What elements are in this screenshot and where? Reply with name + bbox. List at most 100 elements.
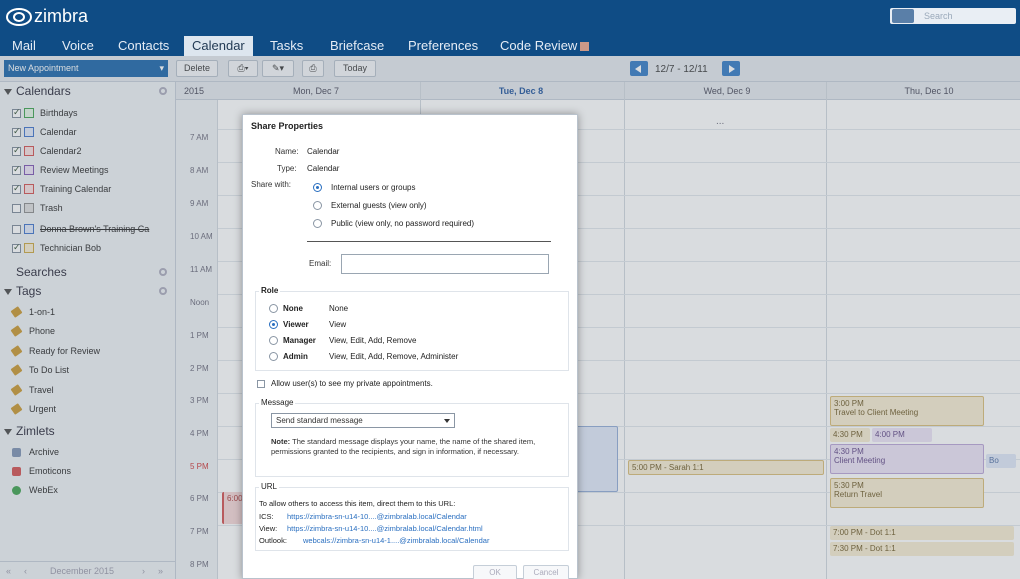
calendar-item-trash[interactable]: Trash bbox=[12, 201, 63, 215]
calendar-item-technician-bob[interactable]: Technician Bob bbox=[12, 241, 101, 255]
calendar-event[interactable] bbox=[572, 426, 618, 492]
outlook-url-link[interactable]: webcals://zimbra-sn-u14-1....@zimbralab.… bbox=[303, 536, 489, 545]
tag-label: Phone bbox=[29, 326, 56, 336]
day-header-thu[interactable]: Thu, Dec 10 bbox=[886, 86, 972, 96]
more-indicator[interactable]: ... bbox=[716, 116, 724, 127]
prev-year-icon[interactable]: « bbox=[6, 562, 11, 579]
gear-icon[interactable] bbox=[159, 287, 167, 295]
chevron-down-icon[interactable]: ▾ bbox=[159, 60, 164, 77]
private-appointments-checkbox[interactable] bbox=[257, 380, 265, 388]
view-url-link[interactable]: https://zimbra-sn-u14-10....@zimbralab.l… bbox=[287, 524, 483, 533]
radio-external[interactable] bbox=[313, 201, 322, 210]
zimlet-item-webex[interactable]: WebEx bbox=[12, 483, 58, 497]
ok-button[interactable]: OK bbox=[473, 565, 517, 579]
calendar-item-calendar2[interactable]: Calendar2 bbox=[12, 144, 82, 158]
calendar-event[interactable]: 3:00 PM Travel to Client Meeting bbox=[830, 396, 984, 426]
calendar-item-calendar[interactable]: Calendar bbox=[12, 125, 77, 139]
zimlet-item-archive[interactable]: Archive bbox=[12, 445, 59, 459]
previous-week-icon[interactable] bbox=[630, 61, 648, 76]
tag-button[interactable]: ✎▾ bbox=[262, 60, 294, 77]
calendar-event[interactable]: 5:30 PM Return Travel bbox=[830, 478, 984, 508]
note-text: The standard message displays your name,… bbox=[271, 437, 536, 456]
search-scope-icon[interactable] bbox=[892, 9, 914, 23]
tab-voice[interactable]: Voice bbox=[54, 36, 102, 56]
day-header-tue[interactable]: Tue, Dec 8 bbox=[478, 86, 564, 96]
collapse-icon[interactable] bbox=[4, 289, 12, 295]
checkbox[interactable] bbox=[12, 164, 21, 175]
tag-item[interactable]: Ready for Review bbox=[10, 344, 100, 358]
message-select[interactable]: Send standard message bbox=[271, 413, 455, 428]
radio-internal[interactable] bbox=[313, 183, 322, 192]
searches-header[interactable]: Searches bbox=[16, 265, 67, 279]
collapse-icon[interactable] bbox=[4, 429, 12, 435]
search-box[interactable]: Search bbox=[890, 8, 1016, 24]
calendar-item-donna-brown[interactable]: Donna Brown's Training Ca bbox=[12, 222, 149, 236]
tab-code-review[interactable]: Code Review bbox=[492, 36, 597, 56]
role-viewer-name: Viewer bbox=[283, 320, 309, 329]
checkbox[interactable] bbox=[12, 126, 21, 137]
checkbox[interactable] bbox=[12, 145, 21, 156]
tab-preferences[interactable]: Preferences bbox=[400, 36, 486, 56]
day-header-mon[interactable]: Mon, Dec 7 bbox=[276, 86, 356, 96]
close-tab-icon[interactable] bbox=[580, 42, 590, 52]
role-label: Role bbox=[259, 286, 281, 295]
calendar-event[interactable]: 4:30 PM Client Meeting bbox=[830, 444, 984, 474]
calendar-event[interactable]: 7:30 PM - Dot 1:1 bbox=[830, 542, 1014, 556]
checkbox[interactable] bbox=[12, 203, 21, 213]
cancel-button[interactable]: Cancel bbox=[523, 565, 569, 579]
next-week-icon[interactable] bbox=[722, 61, 740, 76]
new-appointment-button[interactable]: New Appointment ▾ bbox=[4, 60, 168, 77]
gear-icon[interactable] bbox=[159, 87, 167, 95]
print-button[interactable]: ⎙ bbox=[302, 60, 324, 77]
calendar-event[interactable]: 7:00 PM - Dot 1:1 bbox=[830, 526, 1014, 540]
tab-briefcase[interactable]: Briefcase bbox=[322, 36, 392, 56]
today-button[interactable]: Today bbox=[334, 60, 376, 77]
calendar-event[interactable]: 4:30 PM bbox=[830, 428, 870, 442]
tab-mail[interactable]: Mail bbox=[4, 36, 44, 56]
zimlets-header[interactable]: Zimlets bbox=[4, 424, 55, 438]
calendar-item-label: Calendar bbox=[40, 127, 77, 137]
calendar-event[interactable]: 5:00 PM - Sarah 1:1 bbox=[628, 460, 824, 475]
delete-button[interactable]: Delete bbox=[176, 60, 218, 77]
gear-icon[interactable] bbox=[159, 268, 167, 276]
radio-role-none[interactable] bbox=[269, 304, 278, 313]
zimlet-label: WebEx bbox=[29, 485, 58, 495]
tab-contacts[interactable]: Contacts bbox=[110, 36, 177, 56]
radio-public[interactable] bbox=[313, 219, 322, 228]
tag-item[interactable]: 1-on-1 bbox=[10, 305, 55, 319]
print-options-button[interactable]: ⎙▾ bbox=[228, 60, 258, 77]
tag-item[interactable]: Phone bbox=[10, 324, 56, 338]
next-month-icon[interactable]: › bbox=[142, 562, 145, 579]
radio-role-admin[interactable] bbox=[269, 352, 278, 361]
zimlet-item-emoticons[interactable]: Emoticons bbox=[12, 464, 71, 478]
checkbox[interactable] bbox=[12, 107, 21, 118]
tag-item[interactable]: Travel bbox=[10, 383, 54, 397]
tags-header[interactable]: Tags bbox=[4, 284, 41, 298]
calendar-event[interactable]: 4:00 PM bbox=[872, 428, 932, 442]
zimbra-logo[interactable]: zimbra bbox=[6, 6, 88, 27]
tab-tasks[interactable]: Tasks bbox=[262, 36, 311, 56]
ics-url-link[interactable]: https://zimbra-sn-u14-10....@zimbralab.l… bbox=[287, 512, 467, 521]
day-header-wed[interactable]: Wed, Dec 9 bbox=[684, 86, 770, 96]
calendar-icon bbox=[24, 146, 34, 156]
prev-month-icon[interactable]: ‹ bbox=[24, 562, 27, 579]
radio-role-viewer[interactable] bbox=[269, 320, 278, 329]
calendar-item-review-meetings[interactable]: Review Meetings bbox=[12, 163, 109, 177]
name-value: Calendar bbox=[307, 147, 340, 156]
next-year-icon[interactable]: » bbox=[158, 562, 163, 579]
calendar-item-training-calendar[interactable]: Training Calendar bbox=[12, 182, 111, 196]
tag-item[interactable]: Urgent bbox=[10, 402, 56, 416]
tab-calendar[interactable]: Calendar bbox=[184, 36, 253, 56]
calendar-event[interactable]: 6:00 bbox=[222, 492, 244, 524]
radio-role-manager[interactable] bbox=[269, 336, 278, 345]
calendar-event[interactable]: Bo bbox=[986, 454, 1016, 468]
email-field[interactable] bbox=[341, 254, 549, 274]
calendars-header[interactable]: Calendars bbox=[4, 84, 71, 98]
collapse-icon[interactable] bbox=[4, 89, 12, 95]
tag-item[interactable]: To Do List bbox=[10, 363, 69, 377]
checkbox[interactable] bbox=[12, 183, 21, 194]
checkbox[interactable] bbox=[12, 242, 21, 253]
calendar-item-birthdays[interactable]: Birthdays bbox=[12, 106, 78, 120]
event-time: 4:30 PM bbox=[834, 447, 864, 456]
checkbox[interactable] bbox=[12, 224, 21, 234]
